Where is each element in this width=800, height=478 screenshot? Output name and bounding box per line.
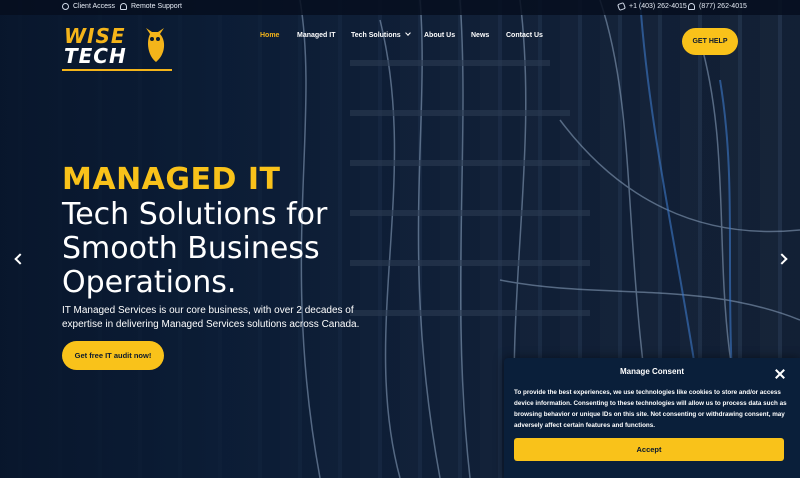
logo-underline [62,69,172,71]
wise-tech-logo[interactable]: WISE TECH [62,24,174,72]
consent-dialog: Manage Consent To provide the best exper… [504,358,800,478]
phone-toll-label: (877) 262-4015 [699,3,747,10]
phone-local-link[interactable]: +1 (403) 262-4015 [617,2,687,11]
nav-news[interactable]: News [471,32,489,39]
hero-title: Tech Solutions for Smooth Business Opera… [62,198,392,300]
nav-home[interactable]: Home [260,32,279,39]
nav-tech-solutions[interactable]: Tech Solutions [351,30,411,39]
remote-support-label: Remote Support [131,3,182,10]
top-bar: Client Access Remote Support +1 (403) 26… [0,0,800,15]
nav-about-us[interactable]: About Us [424,32,455,39]
get-help-button[interactable]: GET HELP [682,28,738,55]
nav-tech-solutions-label: Tech Solutions [351,32,401,39]
hero-title-line2: Smooth Business [62,231,320,266]
remote-support-link[interactable]: Remote Support [120,3,182,10]
globe-icon [62,3,69,10]
consent-body: To provide the best experiences, we use … [514,389,787,429]
logo-line2: TECH [64,44,127,68]
free-audit-button[interactable]: Get free IT audit now! [62,341,164,370]
accept-button[interactable]: Accept [514,438,784,461]
headset-icon [120,3,127,10]
hero-title-line1: Tech Solutions for [62,197,328,232]
client-access-label: Client Access [73,3,116,10]
chevron-down-icon [404,30,411,36]
phone-local-label: +1 (403) 262-4015 [629,3,687,10]
client-access-link[interactable]: Client Access [62,3,115,10]
owl-icon [146,28,165,62]
hero-title-line3: Operations. [62,265,237,300]
phone-toll-link[interactable]: (877) 262-4015 [688,3,747,10]
phone-icon [617,2,626,11]
consent-title: Manage Consent [619,367,684,376]
hero-subtitle: IT Managed Services is our core business… [62,305,360,330]
hero-accent-heading: MANAGED IT [62,162,281,197]
nav-contact-us[interactable]: Contact Us [506,32,543,39]
nav-managed-it[interactable]: Managed IT [297,32,336,39]
headset-icon [688,3,695,10]
close-icon[interactable] [774,368,786,380]
